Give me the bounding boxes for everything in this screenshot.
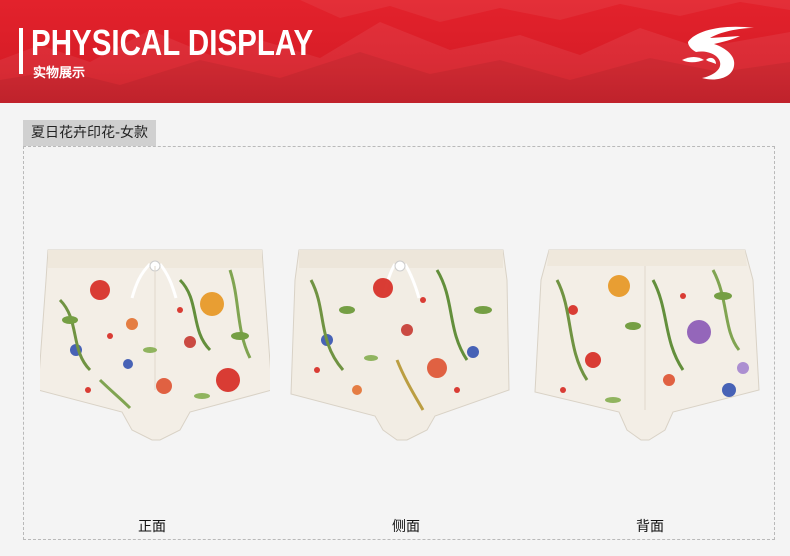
caption-front: 正面 <box>138 519 166 535</box>
caption-back: 背面 <box>636 519 664 535</box>
shorts-back-photo <box>533 240 763 446</box>
caption-side: 侧面 <box>392 519 420 535</box>
page-subtitle: 实物展示 <box>33 66 86 81</box>
shorts-front-photo <box>40 240 270 446</box>
header-banner: PHYSICAL DISPLAY 实物展示 <box>0 0 790 103</box>
page-title: PHYSICAL DISPLAY <box>31 22 314 63</box>
section-label: 夏日花卉印花-女款 <box>23 120 157 146</box>
brand-logo-icon <box>682 26 754 80</box>
shorts-side-photo <box>287 240 517 446</box>
title-accent-bar <box>19 28 23 74</box>
